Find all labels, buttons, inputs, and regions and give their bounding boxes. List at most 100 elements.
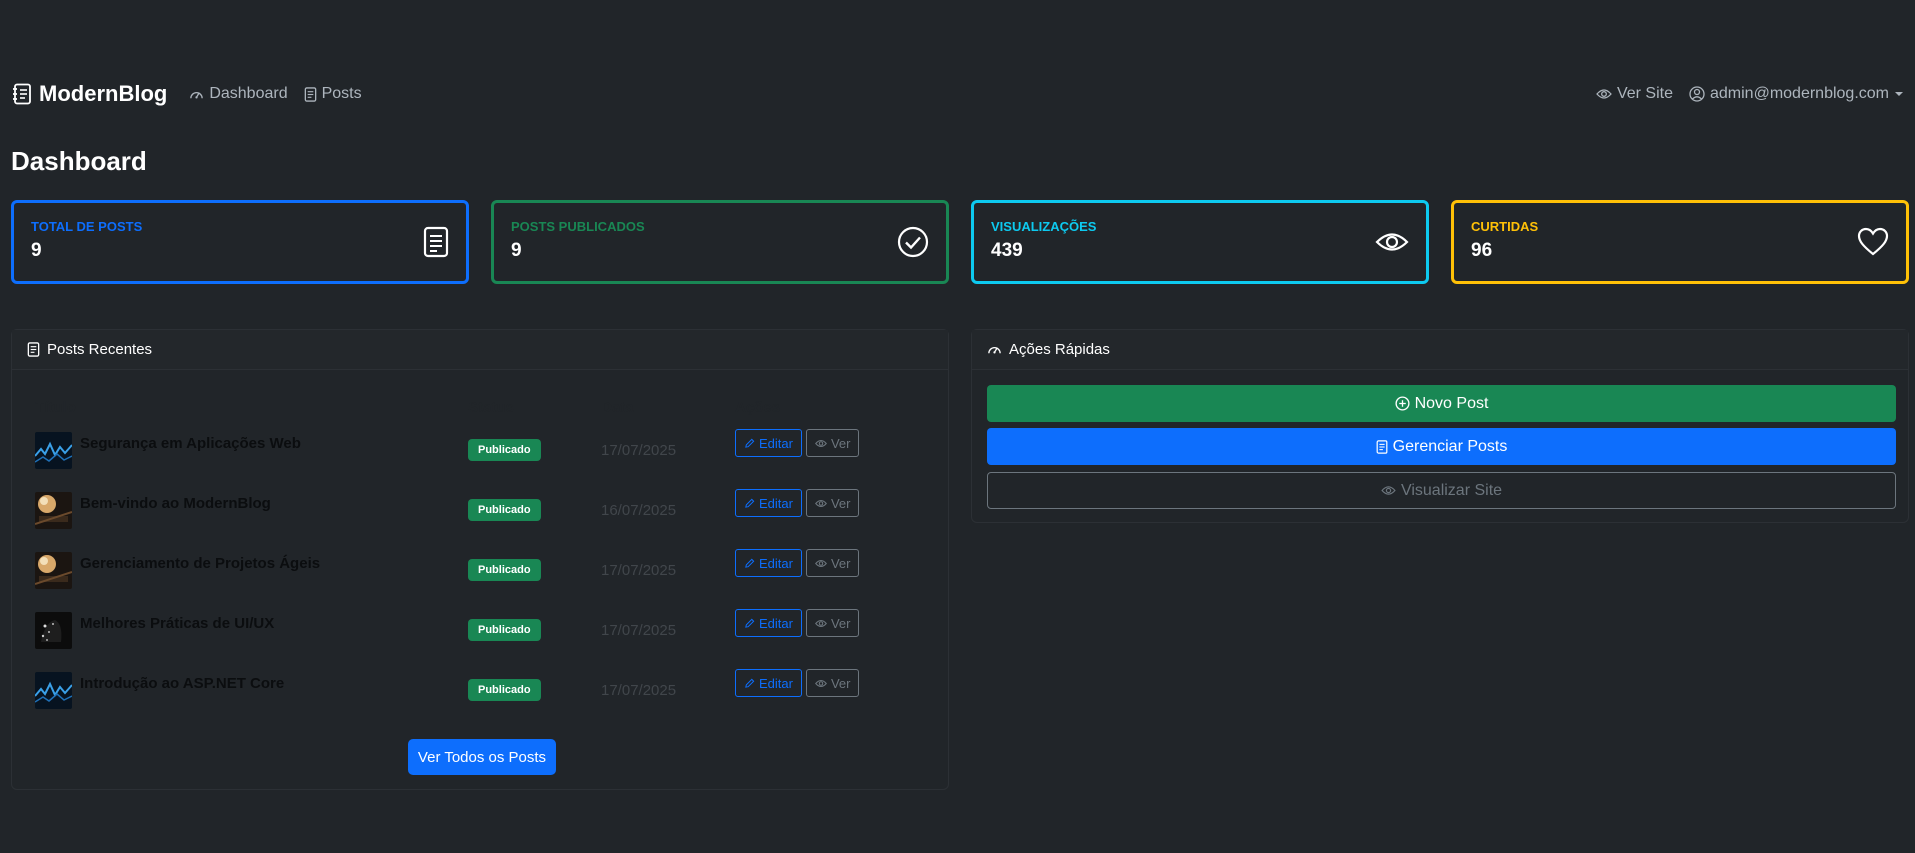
document-icon <box>27 342 40 357</box>
post-title[interactable]: Bem-vindo ao ModernBlog <box>80 495 271 512</box>
eye-icon <box>1381 485 1396 496</box>
pencil-icon <box>744 438 755 449</box>
eye-icon <box>815 679 827 688</box>
person-circle-icon <box>1689 86 1705 102</box>
post-date: 17/07/2025 <box>601 681 677 699</box>
stat-value: 96 <box>1471 239 1493 261</box>
cell-actions: Editar Ver <box>735 480 962 540</box>
table-header-row: Título Status Data Ações <box>35 390 962 420</box>
posts-table: Título Status Data Ações Segurança em Ap… <box>35 390 962 720</box>
view-label: Ver <box>830 615 851 631</box>
post-date: 17/07/2025 <box>601 621 677 639</box>
stat-card-views: VISUALIZAÇÕES 439 <box>971 200 1429 284</box>
brand-name: ModernBlog <box>39 81 168 106</box>
stat-value: 9 <box>31 239 42 261</box>
view-button[interactable]: Ver <box>805 489 860 517</box>
cell-date: 17/07/2025 <box>601 540 735 600</box>
user-dropdown[interactable]: admin@modernblog.com <box>1689 85 1904 103</box>
stat-value: 439 <box>991 239 1023 261</box>
page-title: Dashboard <box>11 146 147 176</box>
table-row: Bem-vindo ao ModernBlog Publicado 16/07/… <box>35 480 962 540</box>
cell-title: Gerenciamento de Projetos Ágeis <box>35 540 468 600</box>
edit-button[interactable]: Editar <box>735 429 802 457</box>
table-row: Gerenciamento de Projetos Ágeis Publicad… <box>35 540 962 600</box>
journal-icon <box>11 83 33 105</box>
post-date: 17/07/2025 <box>601 441 677 459</box>
edit-label: Editar <box>759 495 793 511</box>
stat-label: TOTAL DE POSTS <box>31 218 143 234</box>
check-circle-icon <box>897 226 929 258</box>
quick-actions-header: Ações Rápidas <box>972 330 1908 370</box>
manage-posts-button[interactable]: Gerenciar Posts <box>987 428 1896 465</box>
view-label: Ver <box>830 675 851 691</box>
caret-down-icon <box>1894 90 1904 98</box>
document-icon <box>304 86 317 102</box>
brand[interactable]: ModernBlog <box>11 81 167 107</box>
nav-posts[interactable]: Posts <box>304 85 362 103</box>
document-icon <box>423 226 449 258</box>
user-email: admin@modernblog.com <box>1710 85 1889 102</box>
post-date: 17/07/2025 <box>601 561 677 579</box>
stat-label: POSTS PUBLICADOS <box>511 218 645 234</box>
post-thumbnail <box>35 671 72 709</box>
stat-label: VISUALIZAÇÕES <box>991 218 1097 234</box>
stat-label: CURTIDAS <box>1471 218 1539 234</box>
post-thumbnail <box>35 491 72 529</box>
post-title[interactable]: Melhores Práticas de UI/UX <box>80 615 274 632</box>
view-button[interactable]: Ver <box>805 609 860 637</box>
post-thumbnail <box>35 611 72 649</box>
cell-date: 17/07/2025 <box>601 420 735 480</box>
cell-title: Melhores Práticas de UI/UX <box>35 600 468 660</box>
recent-posts-header: Posts Recentes <box>12 330 948 370</box>
table-row: Melhores Práticas de UI/UX Publicado 17/… <box>35 600 962 660</box>
plus-circle-icon <box>1395 396 1410 411</box>
post-title[interactable]: Gerenciamento de Projetos Ágeis <box>80 555 320 572</box>
cell-status: Publicado <box>468 660 601 720</box>
table-row: Segurança em Aplicações Web Publicado 17… <box>35 420 962 480</box>
view-button[interactable]: Ver <box>805 669 860 697</box>
edit-label: Editar <box>759 615 793 631</box>
pencil-icon <box>744 498 755 509</box>
pencil-icon <box>744 558 755 569</box>
column-header-title: Título <box>35 399 76 416</box>
document-icon <box>1376 439 1388 454</box>
cell-actions: Editar Ver <box>735 420 962 480</box>
nav-dashboard-label: Dashboard <box>209 85 288 102</box>
eye-icon <box>815 559 827 568</box>
view-button[interactable]: Ver <box>805 429 860 457</box>
cell-actions: Editar Ver <box>735 660 962 720</box>
edit-button[interactable]: Editar <box>735 609 802 637</box>
new-post-button[interactable]: Novo Post <box>987 385 1896 422</box>
post-title[interactable]: Segurança em Aplicações Web <box>80 435 301 452</box>
pencil-icon <box>744 618 755 629</box>
cell-status: Publicado <box>468 480 601 540</box>
cell-actions: Editar Ver <box>735 600 962 660</box>
status-badge: Publicado <box>468 618 541 641</box>
nav-dashboard[interactable]: Dashboard <box>189 85 288 103</box>
nav-ver-site[interactable]: Ver Site <box>1596 85 1673 103</box>
column-header-actions: Ações <box>735 399 781 416</box>
edit-label: Editar <box>759 435 793 451</box>
edit-button[interactable]: Editar <box>735 669 802 697</box>
status-badge: Publicado <box>468 558 541 581</box>
status-badge: Publicado <box>468 498 541 521</box>
cell-status: Publicado <box>468 540 601 600</box>
cell-status: Publicado <box>468 600 601 660</box>
manage-posts-label: Gerenciar Posts <box>1392 437 1508 455</box>
heart-icon <box>1857 227 1889 257</box>
cell-date: 17/07/2025 <box>601 600 735 660</box>
edit-button[interactable]: Editar <box>735 489 802 517</box>
edit-button[interactable]: Editar <box>735 549 802 577</box>
quick-actions-panel: Ações Rápidas Novo Post Gerenciar Posts … <box>971 329 1909 523</box>
view-button[interactable]: Ver <box>805 549 860 577</box>
view-all-posts-button[interactable]: Ver Todos os Posts <box>408 739 556 775</box>
edit-label: Editar <box>759 675 793 691</box>
column-header-date: Data <box>601 399 634 416</box>
table-row: Introdução ao ASP.NET Core Publicado 17/… <box>35 660 962 720</box>
post-thumbnail <box>35 431 72 469</box>
view-site-button[interactable]: Visualizar Site <box>987 472 1896 509</box>
stat-value: 9 <box>511 239 522 261</box>
eye-icon <box>1375 230 1409 254</box>
post-title[interactable]: Introdução ao ASP.NET Core <box>80 675 284 692</box>
cell-title: Introdução ao ASP.NET Core <box>35 660 468 720</box>
